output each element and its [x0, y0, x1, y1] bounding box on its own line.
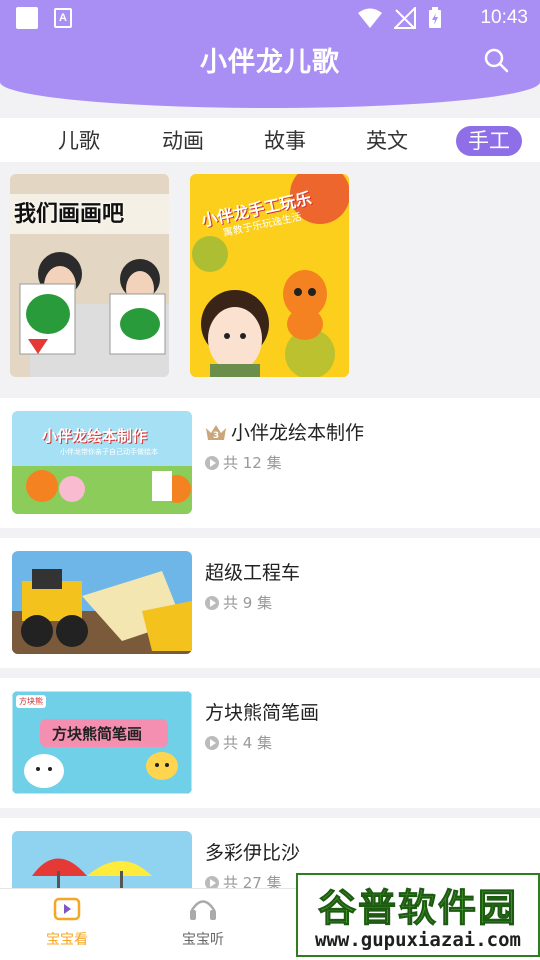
- list-item[interactable]: 方块熊 方块熊简笔画 方块熊简笔画 共 4 集: [0, 678, 540, 808]
- list-item[interactable]: 小伴龙绘本制作 小伴龙带你亲子自己动手做绘本 3 小伴龙绘本制作 共 12 集: [0, 398, 540, 528]
- watermark-title: 谷普软件园: [317, 886, 518, 931]
- a-notification-icon: A: [54, 8, 72, 28]
- tab-handcraft[interactable]: 手工: [456, 126, 522, 156]
- crown-icon: 3: [206, 425, 226, 441]
- episode-count-text: 共 27 集: [223, 874, 282, 888]
- tab-animation[interactable]: 动画: [162, 126, 204, 156]
- thumb-art-subtitle: 小伴龙带你亲子自己动手做绘本: [60, 448, 158, 456]
- list-item[interactable]: 超级工程车 共 9 集: [0, 538, 540, 668]
- featured-section: 我们画画吧 小伴龙手工玩乐 寓教于乐玩逸生活: [0, 162, 540, 392]
- category-tabs: 儿歌 动画 故事 英文 手工: [0, 118, 540, 162]
- series-thumbnail: [12, 551, 192, 654]
- play-circle-icon: [205, 875, 219, 888]
- featured-card-handcraft[interactable]: 小伴龙手工玩乐 寓教于乐玩逸生活: [190, 174, 349, 377]
- nav-label: 宝宝听: [182, 932, 224, 948]
- play-circle-icon: [205, 595, 219, 610]
- status-bar: A 10:43: [0, 0, 540, 36]
- series-thumbnail: 小伴龙绘本制作 小伴龙带你亲子自己动手做绘本: [12, 411, 192, 514]
- watermark-url: www.gupuxiazai.com: [315, 929, 521, 951]
- nav-label: 宝宝看: [46, 932, 88, 948]
- featured-card-drawing[interactable]: 我们画画吧: [10, 174, 169, 377]
- thumb-art-badge: 方块熊: [16, 695, 46, 708]
- play-circle-icon: [205, 455, 219, 470]
- notification-square-icon: [16, 7, 38, 29]
- watermark: 谷普软件园 www.gupuxiazai.com: [296, 873, 540, 957]
- series-title: 超级工程车: [205, 562, 301, 584]
- featured-art-title: 我们画画吧: [14, 202, 125, 227]
- nav-baby-watch[interactable]: 宝宝看: [27, 897, 107, 949]
- crown-number: 3: [213, 431, 219, 441]
- app-title: 小伴龙儿歌: [200, 47, 340, 78]
- series-name: 3 小伴龙绘本制作: [205, 418, 364, 445]
- construction-vehicle-thumbnail-image: [12, 551, 192, 654]
- no-signal-icon: [394, 7, 416, 29]
- episode-count: 共 27 集: [205, 872, 282, 888]
- episode-count-text: 共 4 集: [223, 734, 273, 752]
- app-header: 小伴龙儿歌: [0, 36, 540, 108]
- series-title: 多彩伊比沙: [205, 842, 301, 864]
- episode-count: 共 4 集: [205, 732, 272, 753]
- series-thumbnail: [12, 831, 192, 888]
- thumb-art-title: 小伴龙绘本制作: [42, 427, 148, 445]
- tab-stories[interactable]: 故事: [264, 126, 306, 156]
- series-thumbnail: 方块熊 方块熊简笔画: [12, 691, 192, 794]
- thumb-art-title: 方块熊简笔画: [52, 725, 143, 743]
- battery-charging-icon: [429, 7, 441, 28]
- play-circle-icon: [205, 735, 219, 750]
- wifi-icon: [358, 8, 382, 28]
- episode-count-text: 共 12 集: [223, 454, 282, 472]
- status-icons: [358, 7, 442, 29]
- episode-count: 共 12 集: [205, 452, 282, 473]
- headphones-icon: [190, 900, 216, 920]
- nav-baby-listen[interactable]: 宝宝听: [163, 897, 243, 949]
- tv-play-icon: [53, 897, 81, 921]
- tab-nursery-rhymes[interactable]: 儿歌: [58, 126, 100, 156]
- series-title: 小伴龙绘本制作: [231, 422, 365, 444]
- tab-english[interactable]: 英文: [366, 126, 408, 156]
- episode-count-text: 共 9 集: [223, 594, 273, 612]
- colorful-ebisa-thumbnail-image: [12, 831, 192, 888]
- clock: 10:43: [480, 7, 528, 28]
- episode-count: 共 9 集: [205, 592, 272, 613]
- search-icon[interactable]: [482, 46, 510, 74]
- series-title: 方块熊简笔画: [205, 702, 320, 724]
